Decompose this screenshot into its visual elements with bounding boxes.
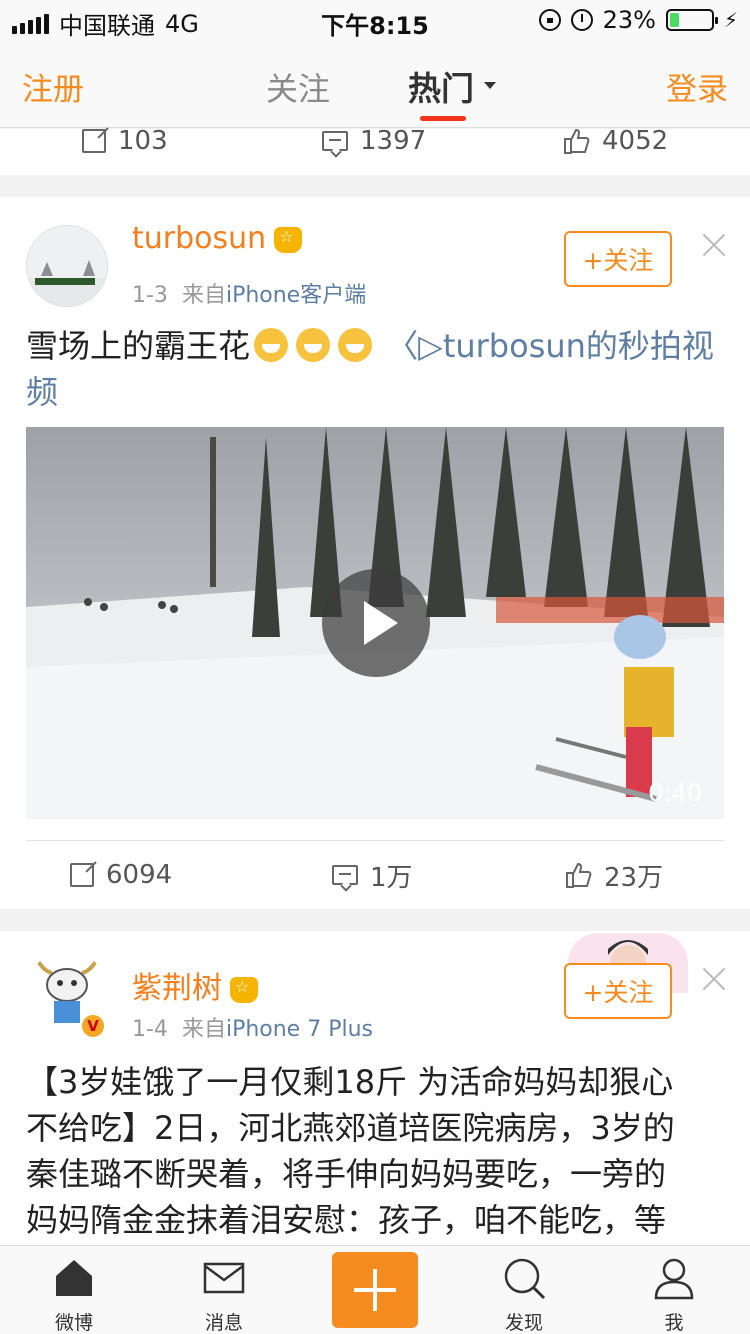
like-count: 23万 (604, 862, 664, 893)
post-meta: 1-4 来自iPhone 7 Plus (132, 1017, 373, 1042)
play-icon[interactable] (322, 569, 430, 677)
post-card: V 紫荆树 1-4 来自iPhone 7 Plus +关注 【3岁娃饿了一月仅剩… (0, 931, 750, 1245)
post-date: 1-3 (132, 283, 168, 308)
username[interactable]: turbosun (132, 221, 303, 256)
comment-button[interactable]: 1397 (322, 109, 426, 173)
close-icon[interactable] (702, 233, 726, 257)
thumbs-up-icon (566, 862, 592, 888)
post-source[interactable]: iPhone 7 Plus (226, 1017, 373, 1042)
tab-follow[interactable]: 关注 (266, 64, 330, 110)
register-button[interactable]: 注册 (22, 64, 84, 109)
repost-button[interactable]: 103 (82, 109, 168, 173)
follow-button[interactable]: +关注 (564, 231, 672, 287)
battery-icon (665, 9, 718, 31)
compose-button[interactable] (332, 1252, 418, 1328)
comment-icon (332, 865, 358, 885)
person-icon (654, 1258, 694, 1300)
action-bar: 103 1397 4052 (0, 109, 750, 173)
post-meta: 1-3 来自iPhone客户端 (132, 283, 367, 308)
like-count: 4052 (602, 126, 669, 156)
tab-messages[interactable]: 消息 (174, 1246, 274, 1334)
action-bar: 6094 1万 23万 (0, 843, 750, 907)
login-button[interactable]: 登录 (666, 64, 728, 109)
post-text: 雪场上的霸王花 〈▷turbosun的秒拍视频 (26, 327, 714, 411)
video-player[interactable]: 0:40 (26, 427, 724, 819)
repost-button[interactable]: 6094 (70, 843, 172, 907)
orientation-lock-icon (538, 9, 561, 31)
tab-me[interactable]: 我 (624, 1246, 724, 1334)
divider (26, 840, 724, 841)
repost-count: 103 (118, 126, 168, 156)
grin-emoji-icon (338, 328, 373, 362)
status-bar: 中国联通 4G 下午8:15 23% ⚡︎ (0, 0, 750, 40)
tab-discover[interactable]: 发现 (474, 1246, 574, 1334)
post-source[interactable]: iPhone客户端 (226, 283, 366, 308)
like-button[interactable]: 23万 (564, 843, 663, 907)
grin-emoji-icon (254, 328, 289, 362)
post-date: 1-4 (132, 1017, 168, 1042)
mail-icon (203, 1262, 245, 1294)
home-icon (56, 1260, 92, 1296)
charging-icon: ⚡︎ (723, 8, 738, 32)
caret-down-icon[interactable] (484, 82, 496, 89)
vip-crown-icon (274, 226, 303, 253)
verified-badge-icon: V (80, 1013, 106, 1039)
vip-crown-icon (230, 976, 258, 1003)
avatar[interactable] (26, 225, 108, 307)
repost-icon (82, 129, 106, 153)
follow-button[interactable]: +关注 (564, 963, 672, 1019)
comment-count: 1万 (370, 862, 413, 893)
comment-icon (322, 131, 348, 151)
repost-count: 6094 (106, 860, 173, 890)
comment-button[interactable]: 1万 (332, 843, 413, 907)
tab-home[interactable]: 微博 (24, 1246, 124, 1334)
comment-count: 1397 (360, 126, 427, 156)
alarm-icon (570, 9, 593, 31)
tab-hot[interactable]: 热门 (408, 62, 474, 110)
battery-fill (669, 13, 679, 27)
grin-emoji-icon (296, 328, 331, 362)
battery-percent: 23% (602, 6, 656, 34)
post-text: 【3岁娃饿了一月仅剩18斤 为活命妈妈却狠心 不给吃】2日，河北燕郊道培医院病房… (26, 1063, 675, 1239)
thumbs-up-icon (564, 128, 590, 154)
prev-post-card: 103 1397 4052 (0, 126, 750, 175)
like-button[interactable]: 4052 (562, 109, 668, 173)
search-icon (504, 1258, 546, 1300)
post-card: turbosun 1-3 来自iPhone客户端 +关注 雪场上的霸王花 〈▷t… (0, 197, 750, 909)
repost-icon (70, 863, 94, 887)
video-duration: 0:40 (648, 779, 702, 807)
tab-bar: 微博 消息 发现 我 (0, 1245, 750, 1334)
close-icon[interactable] (702, 967, 726, 991)
username[interactable]: 紫荆树 (132, 963, 258, 1007)
